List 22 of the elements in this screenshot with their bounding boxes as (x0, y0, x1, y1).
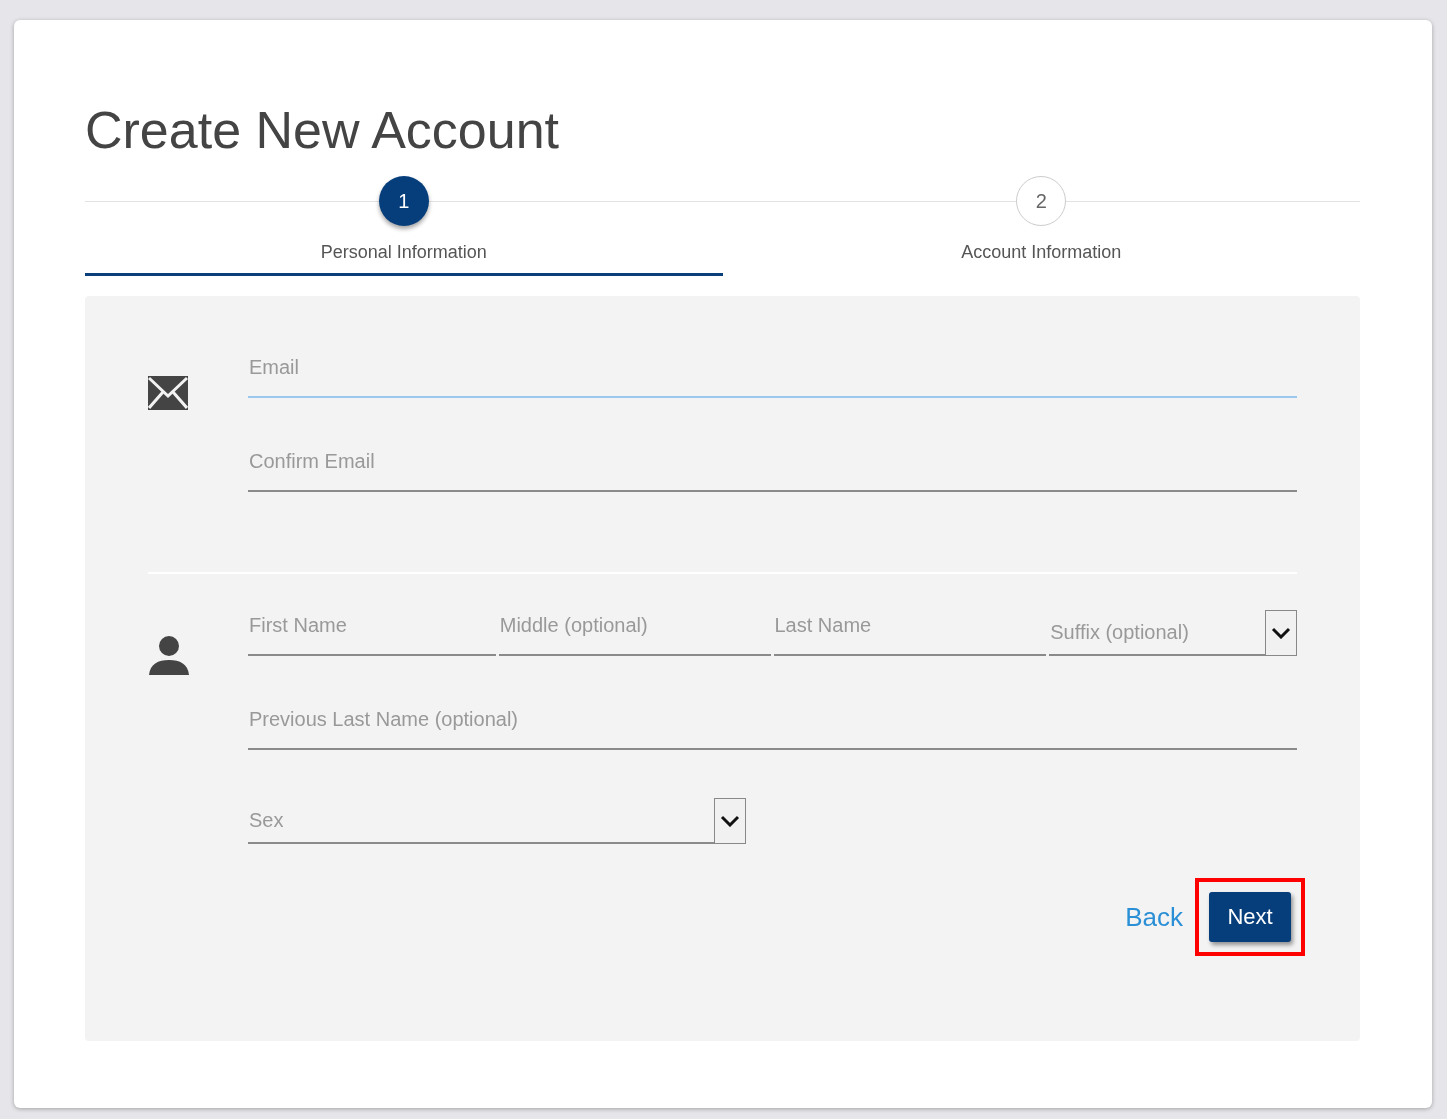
chevron-icon (720, 815, 740, 827)
dropdown-button[interactable] (1265, 610, 1297, 656)
chevron-icon (1271, 627, 1291, 639)
dropdown-button[interactable] (714, 798, 746, 844)
input-field[interactable]: Last Name (773, 606, 1047, 656)
step-tab[interactable]: 2 Account Information (722, 176, 1360, 276)
input-field[interactable]: Email (248, 348, 1297, 398)
placeholder-text: Suffix (optional) (1050, 621, 1189, 645)
step-tab[interactable]: 1 Personal Information (85, 176, 723, 276)
envelope-icon (148, 376, 188, 410)
step-label: Personal Information (320, 242, 487, 263)
input-field[interactable]: Confirm Email (248, 442, 1297, 492)
input-field[interactable]: Middle (optional) (498, 606, 771, 656)
placeholder-text: Sex (249, 809, 284, 833)
input-field[interactable]: First Name (248, 606, 496, 656)
step-number: 1 (378, 176, 429, 226)
next-button[interactable]: Next (1209, 892, 1291, 942)
input-field[interactable]: Previous Last Name (optional) (248, 700, 1297, 750)
person-icon (148, 634, 190, 676)
step-number: 2 (1016, 176, 1067, 226)
page-title: Create New Account (85, 104, 561, 156)
step-label: Account Information (961, 242, 1122, 263)
